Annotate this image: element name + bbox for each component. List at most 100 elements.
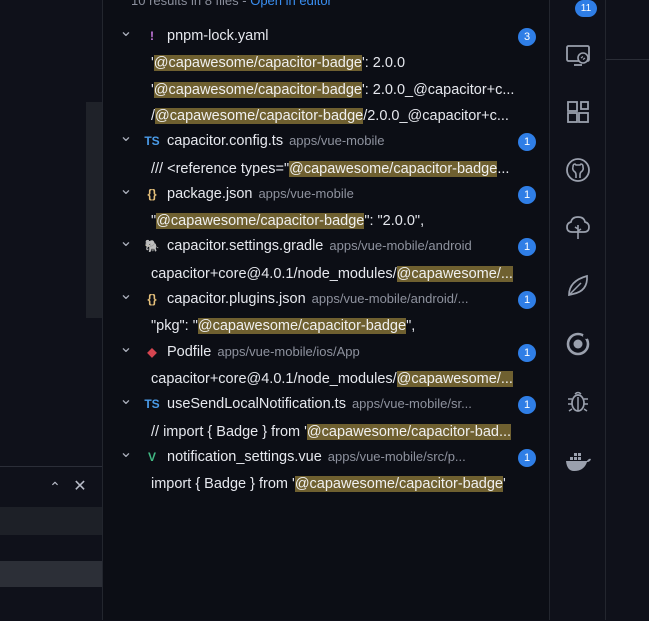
file-result-row[interactable]: ⌄ TS useSendLocalNotification.ts apps/vue-m… (103, 391, 550, 417)
match-result-row[interactable]: /@capawesome/capacitor-badge/2.0.0_@capa… (103, 102, 550, 128)
match-count-badge: 1 (518, 185, 536, 204)
match-highlight: @capawesome/... (396, 370, 513, 387)
match-suffix: ": "2.0.0", (364, 213, 425, 230)
circle-target-icon[interactable] (564, 330, 592, 358)
file-path: apps/vue-mobile/ios/App (217, 343, 360, 359)
match-text: capacitor+core@4.0.1/node_modules/@capaw… (151, 265, 543, 282)
match-text: import { Badge } from '@capawesome/capac… (151, 476, 543, 493)
match-count-badge: 1 (518, 291, 536, 309)
match-result-row[interactable]: capacitor+core@4.0.1/node_modules/@capaw… (103, 260, 550, 286)
match-text: "pkg": "@capawesome/capacitor-badge", (151, 318, 543, 335)
match-suffix: ': 2.0.0_@capacitor+c... (361, 81, 515, 98)
file-result-row[interactable]: ⌄ ◆ Podfile apps/vue-mobile/ios/App 1 (103, 339, 550, 365)
match-prefix: import { Badge } from ' (151, 476, 295, 493)
github-icon[interactable] (564, 156, 592, 184)
file-name-text: package.json (167, 185, 253, 202)
file-name-text: capacitor.settings.gradle (167, 238, 324, 255)
match-result-row[interactable]: /// <reference types="@capawesome/capaci… (103, 155, 550, 181)
file-result-row[interactable]: ⌄ 🐘 capacitor.settings.gradle apps/vue-mobi… (103, 233, 550, 259)
match-result-row[interactable]: "pkg": "@capawesome/capacitor-badge", (103, 312, 550, 338)
match-prefix: /// <reference types=" (151, 160, 290, 177)
json-braces-icon: {} (147, 186, 157, 201)
match-suffix: ': 2.0.0 (361, 55, 406, 72)
typescript-icon: TS (144, 397, 160, 412)
panel-maximize-chevron-icon[interactable]: ⌃ (46, 478, 64, 496)
file-result-row[interactable]: ⌄ {} capacitor.plugins.json apps/vue-mobile… (103, 286, 550, 312)
chevron-down-icon[interactable]: ⌄ (118, 181, 134, 203)
match-text: "@capawesome/capacitor-badge": "2.0.0", (151, 213, 543, 230)
match-highlight: @capawesome/capacitor-badge (294, 476, 503, 493)
file-name-text: capacitor.plugins.json (167, 291, 306, 307)
match-highlight: @capawesome/capacitor-badge (153, 81, 362, 98)
file-name: capacitor.config.ts apps/vue-mobile (167, 133, 384, 149)
file-path: apps/vue-mobile/src/p... (327, 448, 466, 464)
file-name: useSendLocalNotification.ts apps/vue-mobi… (167, 396, 472, 412)
panel-list-row-selected[interactable] (0, 561, 102, 587)
match-highlight: @capawesome/capacitor-badge (289, 160, 498, 177)
file-name-text: useSendLocalNotification.ts (167, 396, 346, 413)
file-name-text: capacitor.config.ts (167, 133, 284, 150)
vue-icon: V (147, 449, 156, 464)
open-in-editor-link[interactable]: Open in editor (250, 0, 332, 8)
match-result-row[interactable]: capacitor+core@4.0.1/node_modules/@capaw… (103, 365, 550, 391)
editor-tab-divider (606, 59, 649, 60)
chevron-down-icon[interactable]: ⌄ (118, 129, 134, 150)
match-highlight: @capawesome/capacitor-bad... (306, 423, 512, 440)
chevron-down-icon[interactable]: ⌄ (118, 392, 134, 413)
file-path: apps/vue-mobile/android (329, 238, 472, 254)
match-text: capacitor+core@4.0.1/node_modules/@capaw… (151, 370, 543, 387)
typescript-icon: TS (144, 134, 160, 149)
chevron-down-icon[interactable]: ⌄ (118, 234, 134, 255)
file-name: capacitor.plugins.json apps/vue-mobile/an… (167, 291, 468, 307)
match-text: /// <reference types="@capawesome/capaci… (151, 160, 543, 177)
json-braces-icon: {} (147, 292, 157, 306)
file-result-row[interactable]: ⌄ Vnotification_settings.vue apps/vue-mobi… (103, 444, 550, 470)
panel-list-row[interactable] (0, 507, 102, 535)
file-path: apps/vue-mobile/android/... (311, 291, 469, 306)
match-highlight: @capawesome/... (396, 265, 513, 282)
ruby-icon: ◆ (147, 344, 157, 359)
chevron-down-icon[interactable]: ⌄ (118, 24, 134, 45)
remote-explorer-icon[interactable] (564, 41, 592, 69)
panel-close-icon[interactable]: ✕ (71, 478, 89, 496)
match-highlight: @capawesome/capacitor-badge (197, 318, 407, 335)
match-result-row[interactable]: '@capawesome/capacitor-badge': 2.0.0 (103, 49, 550, 75)
cloud-tree-icon[interactable] (564, 214, 592, 242)
gradle-elephant-icon: 🐘 (144, 239, 160, 254)
search-results-panel: 10 results in 8 files - Open in editor ⌄… (102, 0, 550, 620)
file-path: apps/vue-mobile (258, 185, 354, 201)
match-result-row[interactable]: '@capawesome/capacitor-badge': 2.0.0_@ca… (103, 76, 550, 102)
chevron-down-icon[interactable]: ⌄ (118, 287, 134, 308)
match-count-badge: 1 (518, 396, 536, 415)
file-name-text: Podfile (167, 343, 212, 360)
chevron-down-icon[interactable]: ⌄ (118, 339, 134, 361)
match-count-badge: 1 (518, 448, 536, 467)
results-summary: 10 results in 8 files - Open in editor (131, 0, 332, 8)
extensions-icon[interactable] (564, 98, 592, 126)
leaf-icon[interactable] (564, 272, 592, 300)
chevron-down-icon[interactable]: ⌄ (118, 444, 134, 466)
editor-scrollbar[interactable] (86, 102, 102, 318)
match-count-badge: 1 (518, 238, 536, 257)
debug-bug-icon[interactable] (564, 387, 592, 415)
match-suffix: /2.0.0_@capacitor+c... (363, 107, 509, 124)
file-name: package.json apps/vue-mobile (167, 186, 354, 202)
file-result-row[interactable]: ⌄ TS capacitor.config.ts apps/vue-mobile 1 (103, 128, 550, 154)
file-name: pnpm-lock.yaml (167, 28, 269, 44)
file-name-text: notification_settings.vue (167, 448, 322, 465)
file-result-row[interactable]: ⌄! pnpm-lock.yaml 3 (103, 23, 550, 49)
file-path: apps/vue-mobile/sr... (351, 396, 472, 412)
file-name: notification_settings.vue apps/vue-mobile… (167, 449, 466, 465)
file-result-row[interactable]: ⌄ {} package.json apps/vue-mobile 1 (103, 181, 550, 207)
match-text: '@capawesome/capacitor-badge': 2.0.0 (151, 55, 543, 72)
docker-icon[interactable] (564, 447, 592, 475)
match-count-badge: 1 (518, 133, 536, 152)
activity-badge: 11 (575, 0, 597, 17)
exclamation-icon: ! (150, 29, 154, 43)
match-result-row[interactable]: import { Badge } from '@capawesome/capac… (103, 470, 550, 496)
file-name: capacitor.settings.gradle apps/vue-mobile… (167, 238, 472, 254)
activity-bar (549, 0, 606, 620)
match-count-badge: 1 (518, 343, 536, 362)
match-result-row[interactable]: // import { Badge } from '@capawesome/ca… (103, 418, 550, 444)
match-result-row[interactable]: "@capawesome/capacitor-badge": "2.0.0", (103, 207, 550, 233)
